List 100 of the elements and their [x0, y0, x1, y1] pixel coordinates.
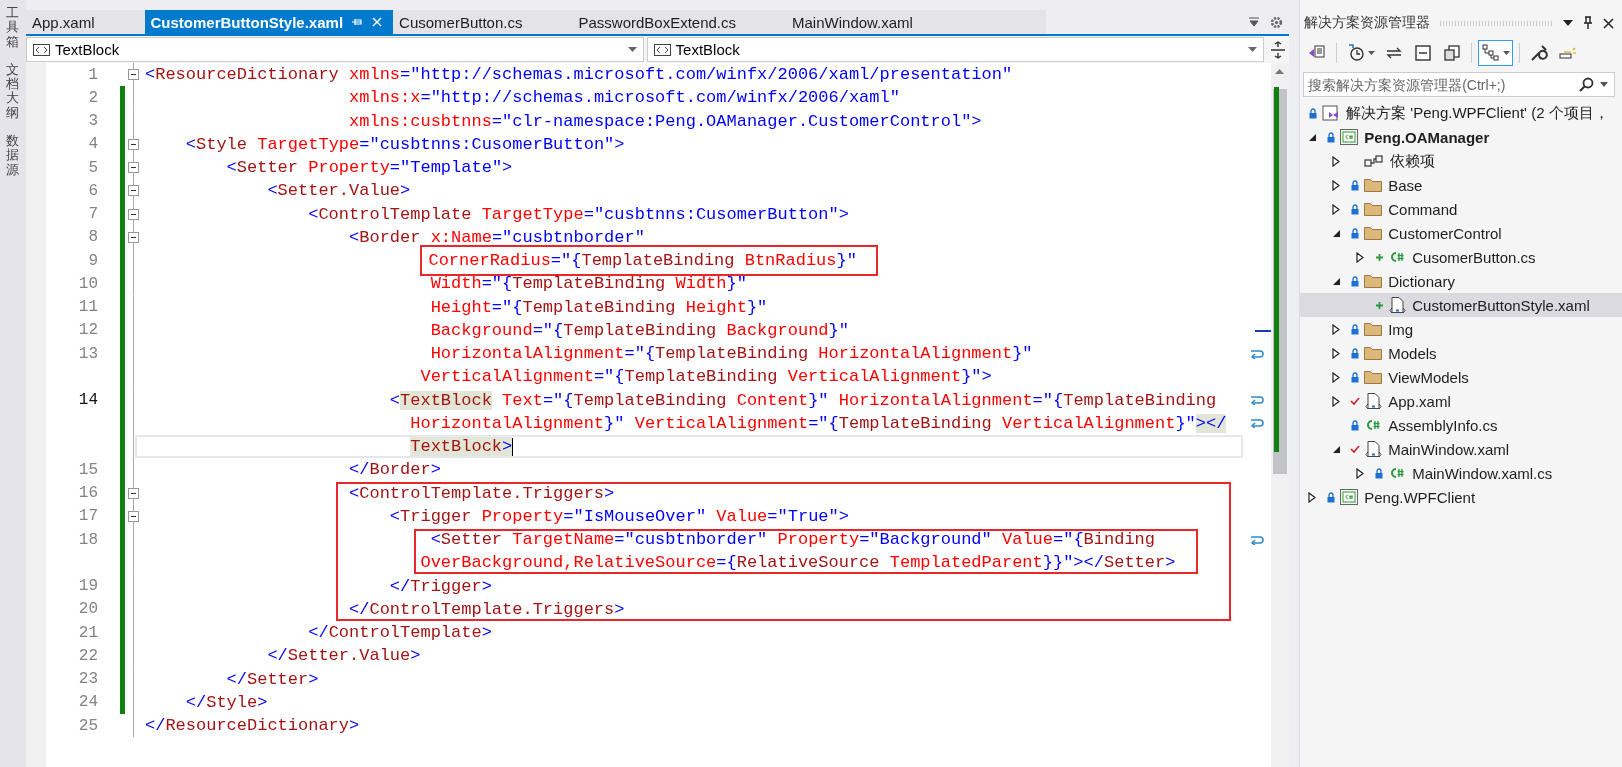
caret-icon[interactable]: [1600, 82, 1609, 87]
line-number: 11: [78, 298, 98, 317]
clock-icon: [1346, 43, 1367, 63]
split-icon[interactable]: [1270, 40, 1287, 59]
tree-item[interactable]: Command: [1300, 197, 1622, 221]
line-number: 5: [88, 158, 98, 177]
line-number: 2: [88, 88, 98, 107]
tree-item[interactable]: 依赖项: [1300, 149, 1622, 173]
line-number: 15: [78, 460, 98, 479]
project-icon: [1340, 489, 1359, 505]
collapsed-arrow-icon[interactable]: [1308, 491, 1317, 503]
close-icon[interactable]: [1603, 17, 1614, 29]
collapsed-arrow-icon[interactable]: [1356, 251, 1365, 263]
side-tab[interactable]: 工具箱: [6, 6, 20, 49]
tree-item[interactable]: 解决方案 'Peng.WPFClient' (2 个项目，: [1300, 101, 1622, 125]
tree-item[interactable]: Dictionary: [1300, 269, 1622, 293]
code-line: </Style>: [184, 691, 268, 714]
collapsed-arrow-icon[interactable]: [1332, 347, 1341, 359]
caret-icon: [627, 47, 637, 52]
document-tab[interactable]: App.xaml: [26, 10, 145, 34]
code-line: OverBackground,RelativeSource={RelativeSource TemplatedParent}}"></Setter>: [419, 552, 1176, 575]
caret-icon: [1248, 47, 1258, 52]
tree-item[interactable]: MainWindow.xaml: [1300, 437, 1622, 461]
code-file-icon: [1388, 250, 1407, 264]
code-line: xmlns:cusbtnns="clr-namespace:Peng.OAManager.CustomerControl">: [348, 110, 982, 133]
collapse-icon[interactable]: [128, 231, 140, 243]
tree-item[interactable]: MainWindow.xaml.cs: [1300, 461, 1622, 485]
tree-item[interactable]: Base: [1300, 173, 1622, 197]
collapse-icon[interactable]: [128, 69, 140, 81]
document-tab[interactable]: CusomerButton.cs: [393, 10, 573, 34]
folder-icon: [1364, 322, 1383, 336]
code-file-icon: [1364, 418, 1383, 432]
folder-icon: [1364, 346, 1383, 360]
collapsed-arrow-icon[interactable]: [1332, 155, 1341, 167]
line-number: 18: [78, 530, 98, 549]
lock-icon: [1351, 275, 1360, 287]
pin-icon[interactable]: [1583, 16, 1593, 30]
scroll-up-icon[interactable]: [1275, 69, 1285, 74]
scrollbar[interactable]: [1271, 63, 1290, 767]
collapse-icon[interactable]: [128, 510, 140, 522]
document-tab[interactable]: PasswordBoxExtend.cs: [572, 10, 787, 34]
collapsed-arrow-icon[interactable]: [1332, 179, 1341, 191]
folder-icon: [1364, 202, 1383, 216]
tree-item[interactable]: CustomerControl: [1300, 221, 1622, 245]
line-number: 23: [78, 670, 98, 689]
code-line: HorizontalAlignment}" VerticalAlignment="{TemplateBinding VerticalAlignment}"></: [409, 412, 1227, 435]
code-line: <Setter TargetName="cusbtnborder" Property="Background" Value="{Binding: [429, 529, 1156, 552]
collapse-icon[interactable]: [128, 162, 140, 174]
collapse-icon[interactable]: [128, 208, 140, 220]
collapsed-arrow-icon[interactable]: [1356, 467, 1365, 479]
dropdown-icon[interactable]: [1248, 16, 1261, 28]
code-line: </Trigger>: [388, 575, 492, 598]
tree-item[interactable]: ViewModels: [1300, 365, 1622, 389]
side-tab[interactable]: 文档大纲: [6, 62, 20, 121]
collapse-icon[interactable]: [128, 487, 140, 499]
settings-icon[interactable]: [1270, 15, 1284, 29]
line-number: 24: [78, 693, 98, 712]
code-file-icon: [1388, 466, 1407, 480]
code-line: <TextBlock Text="{TemplateBinding Content}" HorizontalAlignment="{TemplateBinding: [388, 389, 1217, 412]
toolbar-button[interactable]: [1478, 40, 1514, 66]
tree-item[interactable]: AssemblyInfo.cs: [1300, 413, 1622, 437]
navigation-dropdown[interactable]: TextBlock: [646, 37, 1265, 62]
tree-item[interactable]: CustomerButtonStyle.xaml: [1300, 293, 1622, 317]
code-line: </Border>: [348, 459, 441, 482]
collapsed-arrow-icon[interactable]: [1332, 323, 1341, 335]
tree-item[interactable]: App.xaml: [1300, 389, 1622, 413]
lock-icon: [1327, 131, 1336, 143]
code-line: </Setter>: [225, 668, 319, 691]
search-icon[interactable]: [1578, 76, 1595, 93]
tree-item[interactable]: Peng.OAManager: [1300, 125, 1622, 149]
line-number: 12: [78, 321, 98, 340]
tree-item[interactable]: Img: [1300, 317, 1622, 341]
xaml-file-icon: [1364, 392, 1383, 410]
side-tab[interactable]: 数据源: [6, 134, 20, 177]
code-line: </ControlTemplate>: [307, 622, 492, 645]
tree-item[interactable]: Peng.WPFClient: [1300, 485, 1622, 509]
expanded-arrow-icon[interactable]: [1332, 276, 1342, 286]
expanded-arrow-icon[interactable]: [1332, 444, 1342, 454]
collapse-icon[interactable]: [128, 138, 140, 150]
document-tab[interactable]: MainWindow.xaml: [786, 10, 963, 34]
search-field[interactable]: 搜索解决方案资源管理器(Ctrl+;): [1303, 72, 1616, 97]
expanded-arrow-icon[interactable]: [1308, 132, 1318, 142]
lock-icon: [1309, 107, 1318, 119]
wrench-icon: [1529, 43, 1550, 63]
navigation-dropdown[interactable]: TextBlock: [26, 37, 644, 62]
collapse-icon[interactable]: [128, 185, 140, 197]
collapsed-arrow-icon[interactable]: [1332, 371, 1341, 383]
expanded-arrow-icon[interactable]: [1332, 228, 1342, 238]
highlighted-code: CornerRadius="{TemplateBinding BtnRadius}": [420, 245, 878, 277]
tree-item[interactable]: Models: [1300, 341, 1622, 365]
folder-icon: [1364, 274, 1383, 288]
collapsed-arrow-icon[interactable]: [1332, 395, 1341, 407]
xaml-file-icon: [1388, 296, 1407, 314]
caret-position-marker: [1255, 330, 1272, 332]
code-line: </ControlTemplate.Triggers>: [348, 598, 625, 621]
code-line: <ControlTemplate TargetType="cusbtnns:CusomerButton">: [307, 203, 849, 226]
lock-icon: [1351, 371, 1360, 383]
tree-item[interactable]: CusomerButton.cs: [1300, 245, 1622, 269]
collapsed-arrow-icon[interactable]: [1332, 203, 1341, 215]
dropdown-icon[interactable]: [1563, 20, 1573, 26]
